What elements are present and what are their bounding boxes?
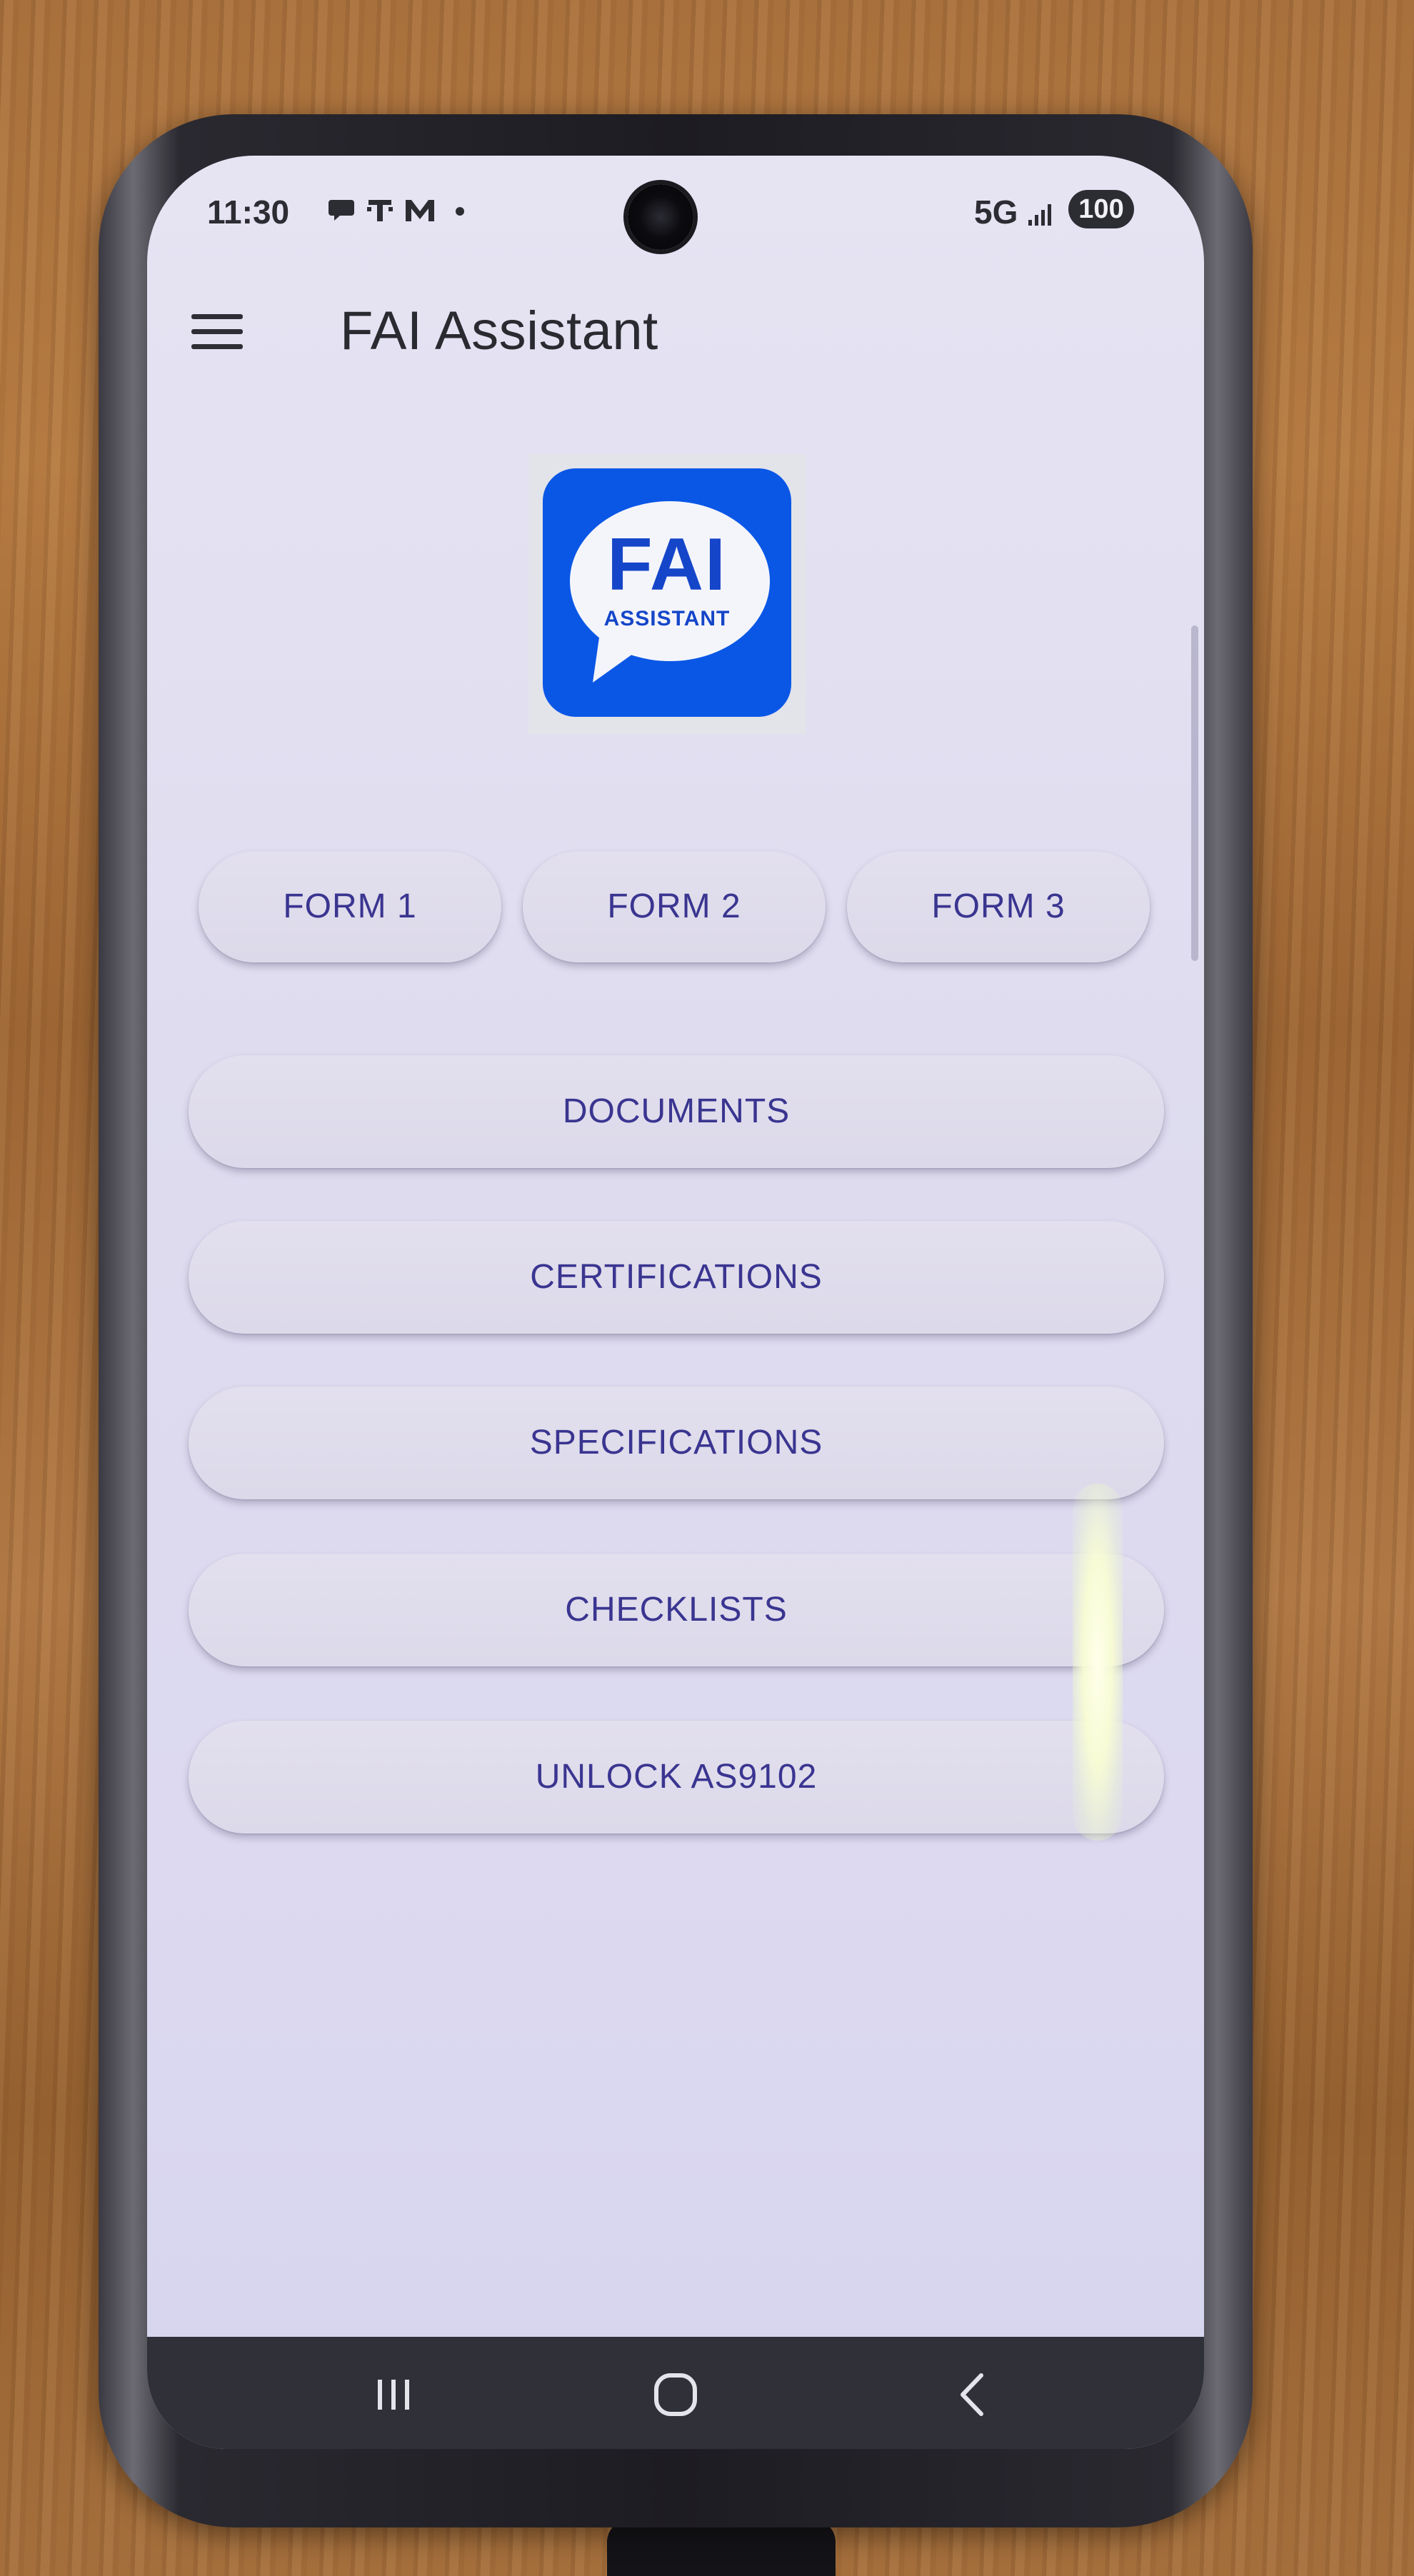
phone-screen: 11:30 5G 100 FAI Assistant FAI ASSISTANT… — [147, 156, 1204, 2449]
form-3-button[interactable]: FORM 3 — [847, 851, 1150, 962]
app-logo: FAI ASSISTANT — [528, 454, 806, 734]
navigation-bar — [147, 2337, 1204, 2449]
back-icon[interactable] — [941, 2363, 1006, 2427]
checklists-button[interactable]: CHECKLISTS — [189, 1554, 1164, 1666]
gmail-icon — [406, 200, 434, 221]
documents-button[interactable]: DOCUMENTS — [189, 1055, 1164, 1168]
status-bar: 11:30 5G 100 — [147, 156, 1204, 284]
status-time: 11:30 — [207, 193, 290, 231]
t-mobile-icon — [367, 200, 393, 221]
scrollbar[interactable] — [1191, 625, 1198, 961]
battery-indicator: 100 — [1068, 190, 1134, 228]
home-icon[interactable] — [643, 2363, 708, 2427]
network-type: 5G — [974, 193, 1018, 231]
logo-background: FAI ASSISTANT — [543, 468, 791, 717]
signal-strength-icon — [1028, 204, 1051, 226]
notification-dot-icon — [456, 207, 464, 216]
chat-bubble-icon — [329, 200, 354, 221]
logo-text-assistant: ASSISTANT — [603, 607, 731, 630]
app-title: FAI Assistant — [340, 301, 658, 361]
logo-text-fai: FAI — [607, 523, 727, 606]
front-camera — [628, 184, 693, 250]
phone-device: 11:30 5G 100 FAI Assistant FAI ASSISTANT… — [99, 114, 1253, 2527]
specifications-button[interactable]: SPECIFICATIONS — [189, 1387, 1164, 1499]
unlock-as9102-button[interactable]: UNLOCK AS9102 — [189, 1721, 1164, 1833]
screen-glare — [1073, 1484, 1123, 1841]
form-2-button[interactable]: FORM 2 — [523, 851, 826, 962]
hamburger-menu-icon[interactable] — [191, 314, 243, 353]
certifications-button[interactable]: CERTIFICATIONS — [189, 1221, 1164, 1334]
charging-cable — [607, 2520, 836, 2576]
recents-icon[interactable] — [361, 2363, 426, 2427]
form-1-button[interactable]: FORM 1 — [199, 851, 501, 962]
